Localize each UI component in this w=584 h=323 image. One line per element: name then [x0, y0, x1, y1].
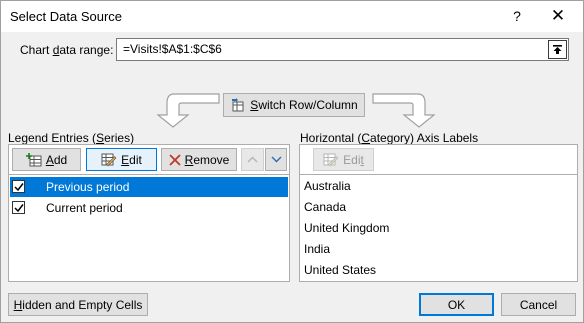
left-curved-arrow-icon [156, 93, 220, 128]
chart-data-range-input[interactable]: =Visits!$A$1:$C$6 [116, 38, 569, 61]
collapse-arrow-icon [553, 45, 562, 54]
hidden-empty-cells-label: Hidden and Empty Cells [13, 297, 143, 312]
cancel-button[interactable]: Cancel [501, 293, 576, 316]
category-item[interactable]: India [304, 242, 330, 256]
toolbar-divider [9, 174, 289, 175]
legend-entries-label: Legend Entries (Series) [8, 131, 135, 145]
series-checkbox[interactable] [12, 201, 25, 214]
move-up-button[interactable] [241, 148, 264, 171]
series-checkbox[interactable] [12, 180, 25, 193]
switch-row-column-icon [232, 98, 244, 112]
cancel-label: Cancel [519, 297, 558, 312]
collapse-dialog-button[interactable] [548, 40, 567, 59]
series-name: Current period [46, 201, 123, 215]
category-item[interactable]: Australia [304, 179, 351, 193]
title-bar: Select Data Source ? ✕ [1, 1, 583, 32]
axis-labels-panel: Edit Australia Canada United Kingdom Ind… [299, 144, 578, 282]
edit-axis-labels-button[interactable]: Edit [313, 148, 374, 171]
dialog-title: Select Data Source [10, 9, 123, 24]
edit-axis-labels-label: Edit [343, 152, 364, 167]
chart-data-range-value: =Visits!$A$1:$C$6 [123, 42, 222, 56]
axis-labels-label: Horizontal (Category) Axis Labels [300, 131, 479, 145]
add-series-label: Add [45, 152, 68, 167]
edit-series-label: Edit [121, 152, 142, 167]
remove-series-button[interactable]: Remove [161, 148, 237, 171]
help-button[interactable]: ? [506, 2, 528, 30]
category-item[interactable]: Canada [304, 200, 346, 214]
switch-row-column-label: Switch Row/Column [250, 98, 358, 112]
checkmark-icon [13, 182, 24, 191]
legend-entries-panel: Add Edit Remove Previous period Current … [8, 144, 290, 282]
checkmark-icon [13, 203, 24, 212]
right-curved-arrow-icon [372, 93, 436, 128]
series-item-current-period[interactable]: Current period [10, 198, 288, 218]
ok-label: OK [447, 297, 466, 312]
category-item[interactable]: United States [304, 263, 376, 277]
remove-x-icon [169, 153, 181, 166]
series-name: Previous period [46, 180, 130, 194]
hidden-empty-cells-button[interactable]: Hidden and Empty Cells [8, 293, 148, 316]
series-item-previous-period[interactable]: Previous period [10, 177, 288, 197]
edit-table-icon [101, 153, 117, 166]
switch-row-column-button[interactable]: Switch Row/Column [223, 93, 365, 117]
select-data-source-dialog: Select Data Source ? ✕ Chart data range:… [0, 0, 584, 323]
add-table-icon [25, 152, 42, 166]
ok-button[interactable]: OK [419, 293, 494, 316]
edit-series-button[interactable]: Edit [86, 148, 157, 171]
chevron-down-icon [271, 156, 281, 163]
chart-data-range-label: Chart data range: [20, 43, 114, 57]
toolbar-divider [300, 174, 577, 175]
remove-series-label: Remove [184, 152, 230, 167]
move-down-button[interactable] [265, 148, 287, 171]
category-item[interactable]: United Kingdom [304, 221, 389, 235]
chevron-up-icon [247, 156, 258, 163]
add-series-button[interactable]: Add [12, 148, 81, 171]
edit-table-icon [323, 153, 339, 166]
close-button[interactable]: ✕ [546, 2, 570, 30]
